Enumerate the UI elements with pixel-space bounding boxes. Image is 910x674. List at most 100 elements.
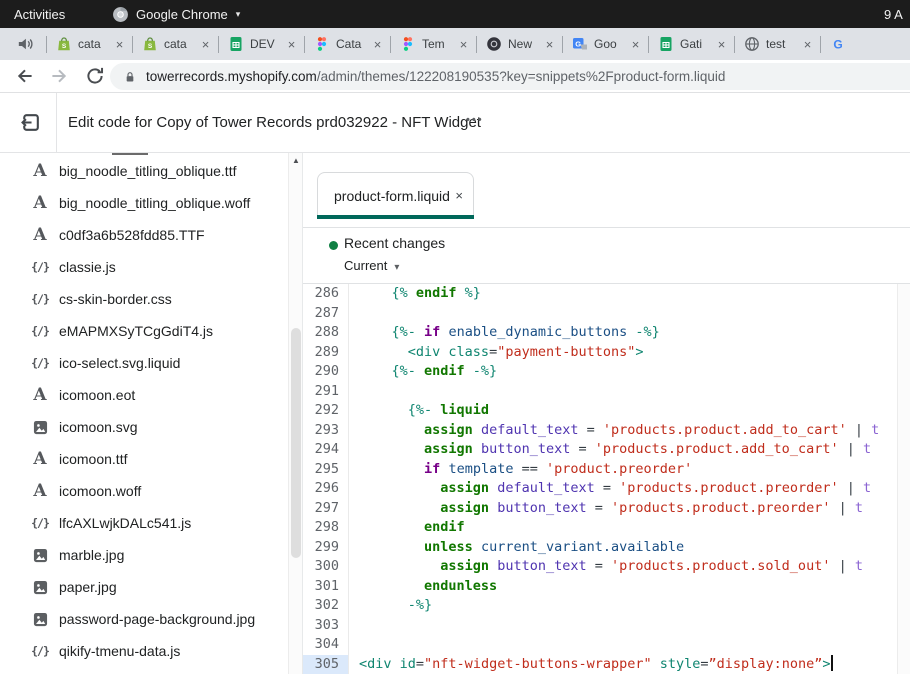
code-token: assign <box>424 441 473 457</box>
code-line-292[interactable]: 292 {%- liquid <box>303 401 897 421</box>
editor-file-tab[interactable]: product-form.liquid × <box>317 172 474 218</box>
file-item-icomoon.woff[interactable]: Aicomoon.woff <box>0 475 288 507</box>
code-token <box>359 363 392 379</box>
browser-tab[interactable]: Cata× <box>305 28 390 60</box>
file-item-paper.jpg[interactable]: paper.jpg <box>0 571 288 603</box>
reload-button[interactable] <box>84 65 106 87</box>
code-line-298[interactable]: 298 endif <box>303 518 897 538</box>
code-line-304[interactable]: 304 <box>303 635 897 655</box>
code-line-293[interactable]: 293 assign default_text = 'products.prod… <box>303 421 897 441</box>
browser-tab[interactable]: G <box>821 28 906 60</box>
sidebar-scrollbar[interactable]: ▲ <box>288 153 302 674</box>
tab-close-icon[interactable]: × <box>714 38 729 51</box>
clock[interactable]: 9 A <box>884 7 903 22</box>
file-name: icomoon.ttf <box>59 451 127 467</box>
scroll-up-icon[interactable]: ▲ <box>289 156 303 165</box>
file-item-marble.jpg[interactable]: marble.jpg <box>0 539 288 571</box>
code-line-296[interactable]: 296 assign default_text = 'products.prod… <box>303 479 897 499</box>
code-token: <div <box>359 656 400 672</box>
code-token: | <box>839 441 863 457</box>
line-content: assign button_text = 'products.product.a… <box>349 440 871 460</box>
code-line-294[interactable]: 294 assign button_text = 'products.produ… <box>303 440 897 460</box>
tab-close-icon[interactable]: × <box>456 38 471 51</box>
line-number: 296 <box>303 479 349 499</box>
exit-icon <box>19 111 42 134</box>
tab-close-icon[interactable]: × <box>628 38 643 51</box>
browser-tab[interactable]: Tem× <box>391 28 476 60</box>
tab-title: cata <box>164 37 198 51</box>
browser-tab[interactable]: test× <box>735 28 820 60</box>
browser-tab[interactable]: GGoo× <box>563 28 648 60</box>
browser-tab[interactable]: DEV× <box>219 28 304 60</box>
tab-close-icon[interactable]: × <box>112 38 127 51</box>
code-line-288[interactable]: 288 {%- if enable_dynamic_buttons -%} <box>303 323 897 343</box>
browser-tab[interactable]: Scata× <box>47 28 132 60</box>
more-actions-button[interactable]: ••• <box>466 114 484 126</box>
code-line-300[interactable]: 300 assign button_text = 'products.produ… <box>303 557 897 577</box>
code-line-305[interactable]: 305<div id="nft-widget-buttons-wrapper" … <box>303 655 897 674</box>
file-item-password-page-background.jpg[interactable]: password-page-background.jpg <box>0 603 288 635</box>
code-line-301[interactable]: 301 endunless <box>303 577 897 597</box>
code-token: default_text <box>481 422 579 438</box>
app-menu[interactable]: Google Chrome ▾ <box>112 6 240 23</box>
code-line-299[interactable]: 299 unless current_variant.available <box>303 538 897 558</box>
file-name: marble.jpg <box>59 547 124 563</box>
tab-close-icon[interactable]: × <box>284 38 299 51</box>
tab-close-icon[interactable]: × <box>542 38 557 51</box>
lock-icon[interactable] <box>123 70 137 84</box>
file-item-icomoon.svg[interactable]: icomoon.svg <box>0 411 288 443</box>
file-item-eMAPMXSyTCgGdiT4.js[interactable]: {/}eMAPMXSyTCgGdiT4.js <box>0 315 288 347</box>
code-line-295[interactable]: 295 if template == 'product.preorder' <box>303 460 897 480</box>
line-number: 293 <box>303 421 349 441</box>
file-item-icomoon.eot[interactable]: Aicomoon.eot <box>0 379 288 411</box>
browser-tab[interactable]: New× <box>477 28 562 60</box>
file-item-lfcAXLwjkDALc541.js[interactable]: {/}lfcAXLwjkDALc541.js <box>0 507 288 539</box>
back-button[interactable] <box>14 65 36 87</box>
file-item-big_noodle_titling_oblique.ttf[interactable]: Abig_noodle_titling_oblique.ttf <box>0 155 288 187</box>
code-line-290[interactable]: 290 {%- endif -%} <box>303 362 897 382</box>
line-content <box>349 635 359 655</box>
browser-tab[interactable]: Gati× <box>649 28 734 60</box>
svg-text:G: G <box>575 39 581 48</box>
line-content: assign button_text = 'products.product.p… <box>349 499 863 519</box>
code-token: > <box>822 656 830 672</box>
file-item-classie.js[interactable]: {/}classie.js <box>0 251 288 283</box>
file-item-c0df3a6b528fdd85.TTF[interactable]: Ac0df3a6b528fdd85.TTF <box>0 219 288 251</box>
chevron-down-icon: ▾ <box>394 262 399 273</box>
code-line-302[interactable]: 302 -%} <box>303 596 897 616</box>
font-file-icon: A <box>29 451 51 468</box>
code-line-297[interactable]: 297 assign button_text = 'products.produ… <box>303 499 897 519</box>
tab-close-icon[interactable]: × <box>800 38 815 51</box>
code-line-291[interactable]: 291 <box>303 382 897 402</box>
code-token: t <box>855 500 863 516</box>
file-item-ico-select.svg.liquid[interactable]: {/}ico-select.svg.liquid <box>0 347 288 379</box>
exit-code-editor-button[interactable] <box>19 111 42 134</box>
code-line-303[interactable]: 303 <box>303 616 897 636</box>
code-token: t <box>855 558 863 574</box>
tab-close-icon[interactable]: × <box>198 38 213 51</box>
code-token: style <box>660 656 701 672</box>
address-bar[interactable]: towerrecords.myshopify.com/admin/themes/… <box>110 63 910 90</box>
editor-scrollbar[interactable] <box>897 284 910 674</box>
file-item-qikify-tmenu-data.js[interactable]: {/}qikify-tmenu-data.js <box>0 635 288 667</box>
code-line-286[interactable]: 286 {% endif %} <box>303 284 897 304</box>
file-item-cs-skin-border.css[interactable]: {/}cs-skin-border.css <box>0 283 288 315</box>
file-item-icomoon.ttf[interactable]: Aicomoon.ttf <box>0 443 288 475</box>
code-line-289[interactable]: 289 <div class="payment-buttons"> <box>303 343 897 363</box>
file-item-big_noodle_titling_oblique.woff[interactable]: Abig_noodle_titling_oblique.woff <box>0 187 288 219</box>
activities-button[interactable]: Activities <box>14 7 65 22</box>
code-token <box>359 500 440 516</box>
code-file-icon: {/} <box>29 516 51 530</box>
scrollbar-thumb[interactable] <box>291 328 301 558</box>
code-line-287[interactable]: 287 <box>303 304 897 324</box>
version-dropdown[interactable]: Current▾ <box>344 258 399 273</box>
tab-close-icon[interactable]: × <box>370 38 385 51</box>
editor-tab-close-icon[interactable]: × <box>455 188 463 203</box>
forward-button[interactable] <box>48 65 70 87</box>
code-token <box>359 461 424 477</box>
browser-tab[interactable]: Scata× <box>133 28 218 60</box>
code-lines[interactable]: 286 {% endif %}287288 {%- if enable_dyna… <box>303 284 897 674</box>
code-token: 'products.product.add_to_cart' <box>603 422 847 438</box>
code-token <box>473 539 481 555</box>
file-name: icomoon.svg <box>59 419 138 435</box>
